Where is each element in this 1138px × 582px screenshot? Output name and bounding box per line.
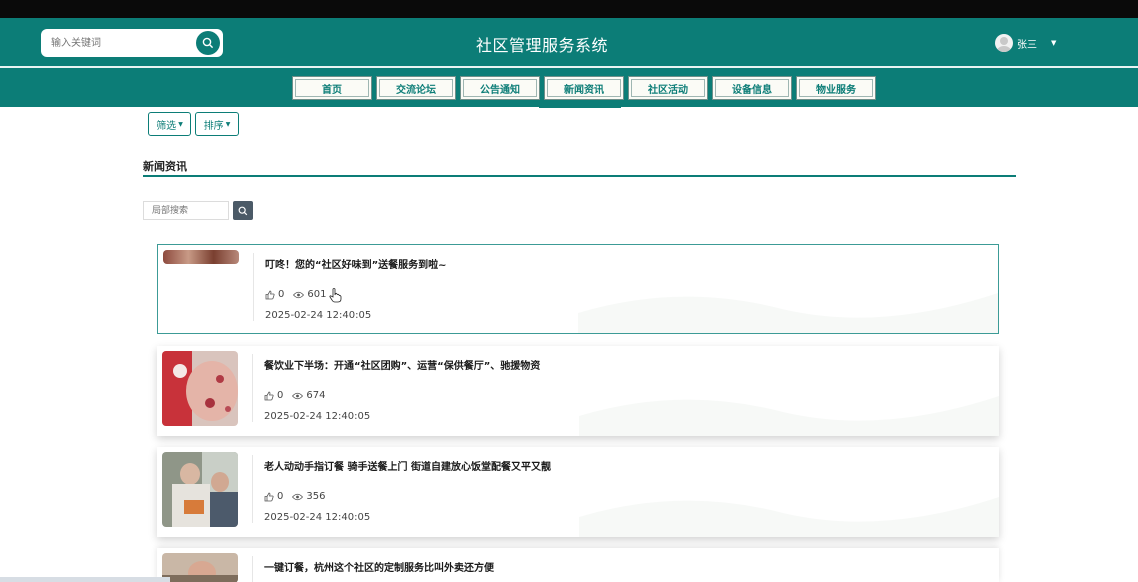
eye-icon xyxy=(292,493,304,500)
hand-cursor-icon xyxy=(329,288,342,303)
eye-icon xyxy=(293,291,305,298)
news-date: 2025-02-24 12:40:05 xyxy=(265,310,372,321)
nav-item-home[interactable]: 首页 xyxy=(292,76,372,100)
nav-item-property[interactable]: 物业服务 xyxy=(796,76,876,100)
news-thumbnail[interactable] xyxy=(163,250,239,264)
nav-item-label: 公告通知 xyxy=(480,84,520,96)
nav-item-label: 新闻资讯 xyxy=(564,84,604,96)
news-card[interactable]: 餐饮业下半场：开通“社区团购”、运营“保供餐厅”、驰援物资 0 674 2025… xyxy=(157,346,999,436)
nav-item-label: 物业服务 xyxy=(816,84,856,96)
header-search-input[interactable] xyxy=(51,34,191,52)
card-divider xyxy=(252,455,253,523)
news-stats: 0 601 xyxy=(265,289,335,300)
news-thumbnail[interactable] xyxy=(162,351,238,426)
caret-down-icon: ▼ xyxy=(178,120,183,128)
user-name: 张三 xyxy=(1017,39,1037,51)
taskbar-fragment xyxy=(0,577,170,582)
wave-background xyxy=(579,396,999,436)
nav-item-activities[interactable]: 社区活动 xyxy=(628,76,708,100)
nav-item-forum[interactable]: 交流论坛 xyxy=(376,76,456,100)
header-search-box xyxy=(41,29,223,57)
nav-item-label: 交流论坛 xyxy=(396,84,436,96)
view-count: 601 xyxy=(307,289,327,300)
news-title[interactable]: 餐饮业下半场：开通“社区团购”、运营“保供餐厅”、驰援物资 xyxy=(264,357,540,372)
news-card[interactable]: 叮咚！您的“社区好味到”送餐服务到啦~ 0 601 2025-02-24 12:… xyxy=(157,244,999,334)
main-nav: 首页 交流论坛 公告通知 新闻资讯 社区活动 设备信息 物业服务 xyxy=(0,66,1138,107)
filter-label: 筛选 xyxy=(156,120,177,132)
filter-button[interactable]: 筛选 ▼ xyxy=(148,112,191,136)
card-divider xyxy=(252,556,253,582)
like-count: 0 xyxy=(277,491,284,502)
news-stats: 0 356 xyxy=(264,491,334,502)
news-card[interactable]: 老人动动手指订餐 骑手送餐上门 街道自建放心饭堂配餐又平又靓 0 356 202… xyxy=(157,447,999,537)
news-title[interactable]: 老人动动手指订餐 骑手送餐上门 街道自建放心饭堂配餐又平又靓 xyxy=(264,458,551,473)
section-title: 新闻资讯 xyxy=(143,160,187,173)
user-menu[interactable]: 张三 ▼ xyxy=(995,34,1056,52)
thumbs-up-icon[interactable] xyxy=(265,290,275,300)
local-search-input[interactable] xyxy=(143,201,229,220)
nav-item-notice[interactable]: 公告通知 xyxy=(460,76,540,100)
site-header: 社区管理服务系统 张三 ▼ xyxy=(0,18,1138,66)
news-thumbnail[interactable] xyxy=(162,553,238,582)
sort-button[interactable]: 排序 ▼ xyxy=(195,112,239,136)
wave-background xyxy=(579,497,999,537)
nav-item-label: 首页 xyxy=(322,84,342,96)
news-date: 2025-02-24 12:40:05 xyxy=(264,512,371,523)
view-count: 356 xyxy=(306,491,326,502)
browser-top-strip xyxy=(0,0,1138,18)
search-icon xyxy=(202,37,214,49)
view-count: 674 xyxy=(306,390,326,401)
local-search-button[interactable] xyxy=(233,201,253,220)
news-stats: 0 674 xyxy=(264,390,334,401)
like-count: 0 xyxy=(278,289,285,300)
thumbnail-image xyxy=(162,452,238,527)
site-title: 社区管理服务系统 xyxy=(475,36,608,55)
caret-down-icon: ▼ xyxy=(1051,39,1057,47)
nav-item-news[interactable]: 新闻资讯 xyxy=(544,76,624,100)
thumbs-up-icon[interactable] xyxy=(264,492,274,502)
like-count: 0 xyxy=(277,390,284,401)
nav-item-devices[interactable]: 设备信息 xyxy=(712,76,792,100)
nav-item-label: 社区活动 xyxy=(648,84,688,96)
section-divider xyxy=(143,175,1016,177)
wave-background xyxy=(578,293,998,333)
caret-down-icon: ▼ xyxy=(225,120,231,128)
news-title[interactable]: 一键订餐，杭州这个社区的定制服务比叫外卖还方便 xyxy=(264,559,494,574)
active-nav-underline xyxy=(539,106,621,108)
header-search-button[interactable] xyxy=(196,31,220,55)
card-divider xyxy=(253,253,254,321)
news-date: 2025-02-24 12:40:05 xyxy=(264,411,371,422)
avatar xyxy=(995,34,1013,52)
news-title[interactable]: 叮咚！您的“社区好味到”送餐服务到啦~ xyxy=(265,256,447,271)
news-card[interactable]: 一键订餐，杭州这个社区的定制服务比叫外卖还方便 xyxy=(157,548,999,582)
thumbnail-image xyxy=(162,553,238,582)
search-icon xyxy=(238,206,248,215)
eye-icon xyxy=(292,392,304,399)
sort-label: 排序 xyxy=(203,120,224,132)
thumbnail-image xyxy=(162,351,238,426)
news-thumbnail[interactable] xyxy=(162,452,238,527)
card-divider xyxy=(252,354,253,422)
thumbs-up-icon[interactable] xyxy=(264,391,274,401)
nav-item-label: 设备信息 xyxy=(732,84,772,96)
